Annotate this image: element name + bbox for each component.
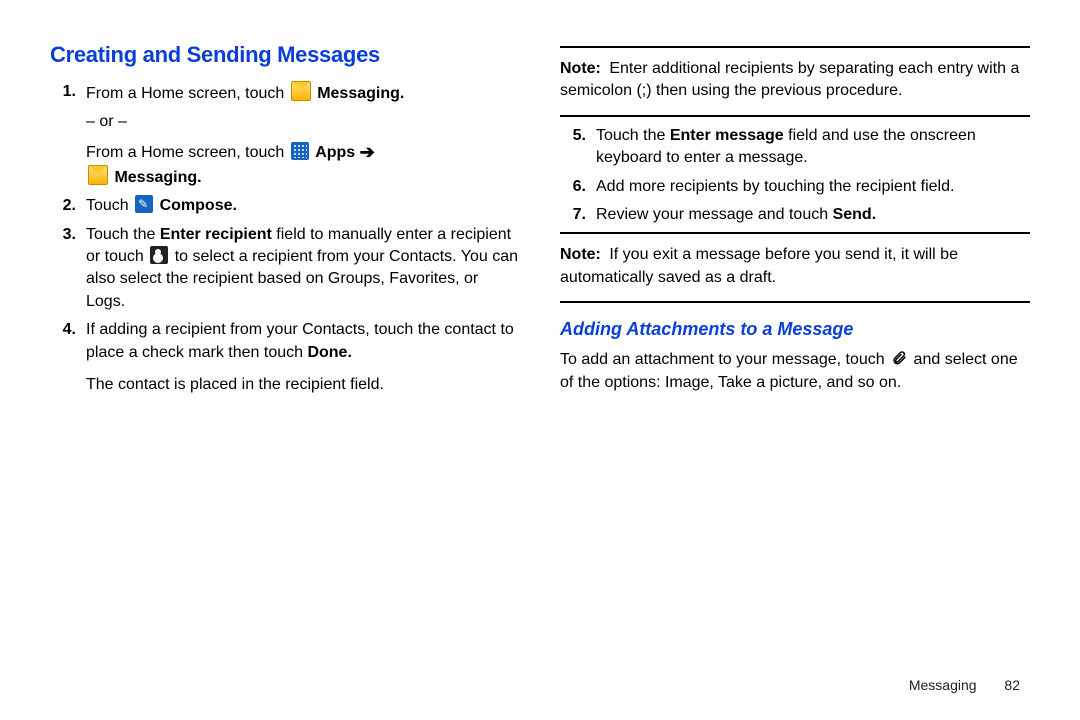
step-7-body: Review your message and touch Send.	[596, 204, 1030, 226]
enter-message-label: Enter message	[670, 127, 784, 144]
or-divider: – or –	[86, 111, 520, 133]
step-2-body: Touch Compose.	[86, 195, 520, 217]
step-number: 3.	[50, 224, 86, 314]
attachments-body: To add an attachment to your message, to…	[560, 348, 1030, 394]
contact-icon	[150, 246, 168, 264]
messaging-label: Messaging.	[317, 85, 404, 102]
page-footer: Messaging 82	[909, 676, 1020, 696]
note-label: Note:	[560, 246, 601, 263]
step-5a-text: Touch the	[596, 127, 670, 144]
messaging-icon	[291, 81, 311, 101]
step-number: 7.	[560, 204, 596, 226]
steps-list-left: 1. From a Home screen, touch Messaging. …	[50, 81, 520, 396]
left-column: Creating and Sending Messages 1. From a …	[50, 40, 520, 402]
arrow-icon: ➔	[360, 142, 375, 162]
apps-icon	[291, 142, 309, 160]
done-label: Done.	[307, 344, 351, 361]
note-block-1: Note: Enter additional recipients by sep…	[560, 54, 1030, 109]
step-7a-text: Review your message and touch	[596, 206, 833, 223]
note-1-text: Enter additional recipients by separatin…	[560, 60, 1019, 99]
step-number: 6.	[560, 176, 596, 198]
page-number: 82	[1004, 677, 1020, 693]
divider	[560, 115, 1030, 117]
step-2a-text: Touch	[86, 197, 133, 214]
messaging-icon	[88, 165, 108, 185]
apps-label: Apps	[315, 144, 355, 161]
note-label: Note:	[560, 60, 601, 77]
compose-label: Compose.	[160, 197, 237, 214]
step-5-body: Touch the Enter message field and use th…	[596, 125, 1030, 170]
divider	[560, 232, 1030, 234]
step-4-body: If adding a recipient from your Contacts…	[86, 319, 520, 396]
step-1-body: From a Home screen, touch Messaging. – o…	[86, 81, 520, 189]
attach-a-text: To add an attachment to your message, to…	[560, 351, 889, 368]
step-6-body: Add more recipients by touching the reci…	[596, 176, 1030, 198]
compose-icon	[135, 195, 153, 213]
step-number: 5.	[560, 125, 596, 170]
step-1b-text: From a Home screen, touch	[86, 144, 289, 161]
paperclip-icon	[891, 348, 907, 368]
heading-attachments: Adding Attachments to a Message	[560, 317, 1030, 342]
step-1a-text: From a Home screen, touch	[86, 85, 289, 102]
step-number: 2.	[50, 195, 86, 217]
footer-section: Messaging	[909, 677, 977, 693]
right-column: Note: Enter additional recipients by sep…	[560, 40, 1030, 402]
heading-creating-sending: Creating and Sending Messages	[50, 40, 520, 71]
divider	[560, 46, 1030, 48]
step-3-body: Touch the Enter recipient field to manua…	[86, 224, 520, 314]
enter-recipient-label: Enter recipient	[160, 226, 272, 243]
note-block-2: Note: If you exit a message before you s…	[560, 240, 1030, 295]
divider	[560, 301, 1030, 303]
steps-list-right: 5. Touch the Enter message field and use…	[560, 125, 1030, 227]
messaging-label: Messaging.	[114, 169, 201, 186]
step-4a-text: If adding a recipient from your Contacts…	[86, 321, 514, 360]
send-label: Send.	[833, 206, 877, 223]
step-3a-text: Touch the	[86, 226, 160, 243]
step-4-sub: The contact is placed in the recipient f…	[86, 374, 520, 396]
note-2-text: If you exit a message before you send it…	[560, 246, 958, 285]
step-number: 1.	[50, 81, 86, 189]
step-number: 4.	[50, 319, 86, 396]
